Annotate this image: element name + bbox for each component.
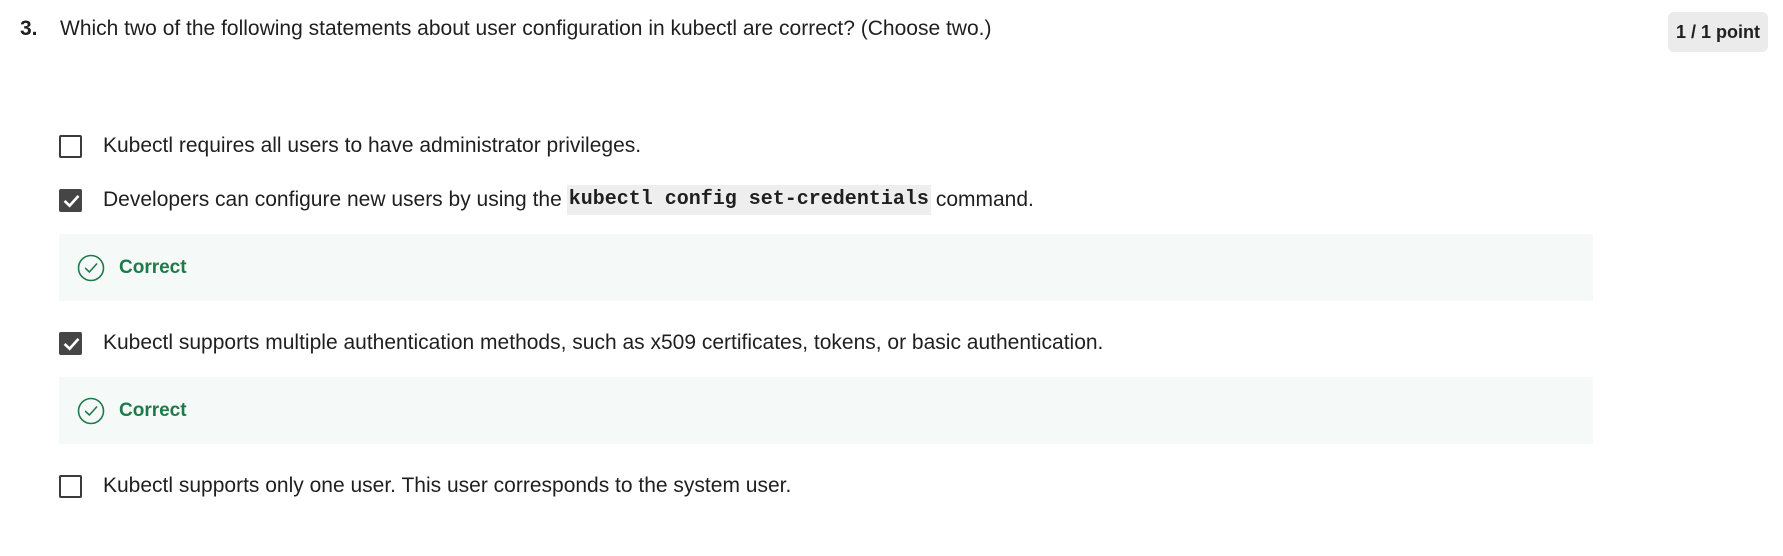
question-text: Which two of the following statements ab… bbox=[60, 17, 992, 40]
option-4-checkbox[interactable] bbox=[59, 474, 82, 498]
option-3-feedback-label: Correct bbox=[119, 399, 187, 421]
question-number: 3. bbox=[20, 17, 38, 40]
check-icon bbox=[63, 337, 80, 351]
question-header: 3. Which two of the following statements… bbox=[20, 12, 1768, 56]
option-1-checkbox[interactable] bbox=[59, 134, 82, 158]
option-3-label: Kubectl supports multiple authentication… bbox=[103, 331, 1104, 354]
option-2-code: kubectl config set-credentials bbox=[566, 185, 931, 215]
check-icon bbox=[63, 194, 80, 208]
answer-options: Kubectl requires all users to have admin… bbox=[59, 130, 1593, 502]
option-2-feedback: Correct bbox=[59, 234, 1593, 301]
option-3[interactable]: Kubectl supports multiple authentication… bbox=[59, 327, 1593, 359]
option-1[interactable]: Kubectl requires all users to have admin… bbox=[59, 130, 1593, 162]
option-2-text-after: command. bbox=[935, 188, 1034, 211]
points-badge: 1 / 1 point bbox=[1667, 12, 1768, 52]
option-1-label: Kubectl requires all users to have admin… bbox=[103, 134, 642, 157]
option-2-text-before: Developers can configure new users by us… bbox=[103, 188, 562, 211]
option-2[interactable]: Developers can configure new users by us… bbox=[59, 184, 1593, 216]
option-3-feedback: Correct bbox=[59, 377, 1593, 444]
option-2-label: Developers can configure new users by us… bbox=[103, 185, 1034, 215]
check-circle-icon bbox=[77, 397, 105, 424]
option-3-checkbox[interactable] bbox=[59, 331, 82, 355]
option-2-checkbox[interactable] bbox=[59, 188, 82, 212]
option-4-label: Kubectl supports only one user. This use… bbox=[103, 474, 792, 497]
option-4[interactable]: Kubectl supports only one user. This use… bbox=[59, 470, 1593, 502]
check-circle-icon bbox=[77, 254, 105, 281]
option-2-feedback-label: Correct bbox=[119, 256, 187, 278]
